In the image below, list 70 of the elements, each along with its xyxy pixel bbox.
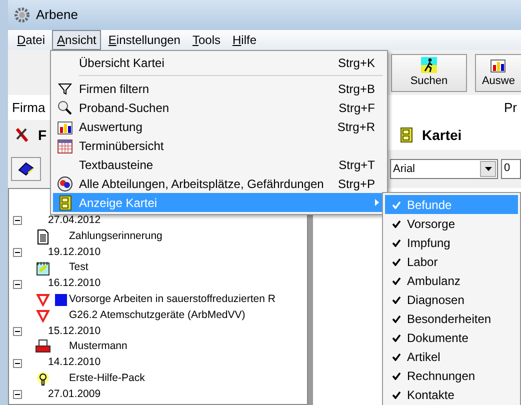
funnel-icon	[57, 80, 73, 96]
warning-triangle-icon	[35, 292, 51, 308]
submenu-arrow-icon	[375, 199, 379, 206]
field-label: Pr	[504, 98, 517, 117]
menu-item[interactable]: Dokumente	[385, 328, 518, 347]
tree-item[interactable]: Erste-Hilfe-Pack	[69, 370, 145, 387]
expand-toggle[interactable]	[13, 326, 22, 336]
menu-item[interactable]: Proband-Suchen Strg+F	[53, 98, 385, 117]
window-title: Arbene	[36, 6, 78, 24]
bar-chart-icon	[57, 118, 73, 134]
expand-toggle[interactable]	[13, 248, 22, 257]
tree-item[interactable]: Test	[69, 260, 88, 276]
cabinet-icon	[398, 127, 414, 143]
expand-toggle[interactable]	[13, 390, 22, 400]
tree-item[interactable]: Zahlungserinnerung	[69, 228, 162, 245]
tree-item[interactable]: 15.12.2010	[48, 324, 101, 340]
menu-item[interactable]: Auswertung Strg+R	[53, 117, 385, 136]
light-bulb-icon	[35, 370, 51, 387]
tree-item[interactable]: Mustermann	[69, 339, 128, 356]
menu-item[interactable]: Einstellungen	[103, 30, 186, 50]
toolbar-button[interactable]	[11, 157, 41, 181]
menu-item[interactable]: Besonderheiten	[385, 309, 518, 328]
bar-chart-icon	[490, 56, 506, 73]
tree-item[interactable]: 16.12.2010	[48, 276, 101, 292]
menu-item[interactable]: Firmen filtern Strg+B	[53, 79, 385, 98]
menu-item[interactable]: Vorsorge	[385, 214, 518, 233]
calendar-icon	[57, 138, 73, 154]
document-icon	[35, 228, 51, 245]
cabinet-icon	[57, 194, 73, 210]
toolbar-button[interactable]: Suchen	[390, 54, 467, 92]
menu-item[interactable]: Labor	[385, 252, 518, 271]
menu-item[interactable]: Ambulanz	[385, 271, 518, 290]
expand-toggle[interactable]	[13, 280, 22, 289]
menu-item[interactable]: Diagnosen	[385, 290, 518, 309]
size-field[interactable]: 0	[501, 159, 521, 179]
tree-item[interactable]: 19.12.2010	[48, 244, 101, 260]
menu-item[interactable]: Alle Abteilungen, Arbeitsplätze, Gefährdungen Strg+P	[53, 174, 385, 193]
toolbar-button[interactable]: Auswe	[474, 54, 521, 92]
tree-item[interactable]: 27.01.2009	[48, 386, 101, 403]
gear-icon	[14, 7, 30, 23]
tree-item[interactable]: 14.12.2010	[48, 355, 101, 371]
panel-title: F	[38, 126, 47, 144]
runner-icon	[420, 56, 437, 73]
square-icon	[53, 292, 69, 308]
search-icon	[57, 100, 73, 116]
tree-item[interactable]: Vorsorge Arbeiten in sauerstoffreduzierten R	[69, 292, 276, 308]
warning-triangle-icon	[35, 308, 51, 324]
tree-item[interactable]: G26.2 Atemschutzgeräte (ArbMedVV)	[69, 308, 246, 324]
menu-item[interactable]: Textbausteine Strg+T	[53, 155, 385, 174]
menu-item[interactable]: Tools	[187, 30, 226, 50]
menu-item[interactable]: Hilfe	[228, 30, 262, 50]
panel-title: Kartei	[422, 126, 462, 144]
font-dropdown[interactable]: Arial	[390, 159, 498, 179]
menu-item[interactable]: Datei	[12, 30, 50, 50]
menu-item[interactable]: Artikel	[385, 347, 518, 366]
menu-item[interactable]: Übersicht Kartei Strg+K	[53, 53, 385, 72]
menu-item[interactable]: Kontakte	[385, 385, 518, 404]
menu-item[interactable]: Impfung	[385, 233, 518, 252]
menu-item[interactable]: Terminübersicht	[53, 136, 385, 155]
notepad-icon	[35, 260, 51, 276]
printer-icon	[35, 339, 51, 356]
book-icon	[18, 161, 34, 177]
field-label: Firma	[12, 98, 46, 117]
caret-icon	[484, 167, 492, 171]
expand-toggle[interactable]	[13, 216, 22, 226]
people-icon	[57, 176, 73, 192]
expand-toggle[interactable]	[13, 358, 22, 368]
menu-item[interactable]: Ansicht	[52, 30, 102, 50]
menu-item[interactable]: Rechnungen	[385, 366, 518, 385]
tree-item[interactable]: 27.04.2012	[48, 213, 101, 229]
